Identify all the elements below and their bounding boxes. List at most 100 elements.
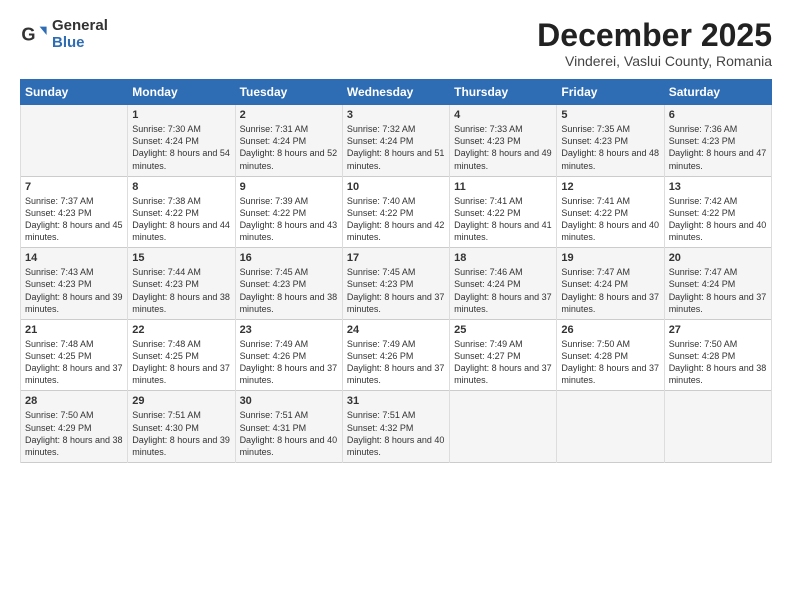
day-info: Sunrise: 7:30 AM Sunset: 4:24 PM Dayligh…: [132, 123, 230, 172]
table-row: [450, 391, 557, 463]
header-friday: Friday: [557, 80, 664, 105]
day-info: Sunrise: 7:47 AM Sunset: 4:24 PM Dayligh…: [561, 266, 659, 315]
table-row: 5Sunrise: 7:35 AM Sunset: 4:23 PM Daylig…: [557, 105, 664, 177]
day-number: 19: [561, 252, 659, 264]
day-info: Sunrise: 7:32 AM Sunset: 4:24 PM Dayligh…: [347, 123, 445, 172]
day-number: 26: [561, 324, 659, 336]
table-row: 7Sunrise: 7:37 AM Sunset: 4:23 PM Daylig…: [21, 176, 128, 248]
header-thursday: Thursday: [450, 80, 557, 105]
day-number: 8: [132, 181, 230, 193]
table-row: 23 Sunrise: 7:49 AM Sunset: 4:26 PM Dayli…: [235, 319, 342, 391]
day-number: 27: [669, 324, 767, 336]
day-info: Sunrise: 7:38 AM Sunset: 4:22 PM Dayligh…: [132, 195, 230, 244]
page: G General Blue December 2025 Vinderei, V…: [0, 0, 792, 612]
calendar-week-row: 14 Sunrise: 7:43 AM Sunset: 4:23 PM Dayli…: [21, 248, 772, 320]
calendar-week-row: 1 Sunrise: 7:30 AM Sunset: 4:24 PM Daylig…: [21, 105, 772, 177]
day-info: Sunrise: 7:39 AM Sunset: 4:22 PM Dayligh…: [240, 195, 338, 244]
day-info: Sunrise: 7:43 AM Sunset: 4:23 PM Dayligh…: [25, 266, 123, 315]
day-number: 10: [347, 181, 445, 193]
table-row: 4Sunrise: 7:33 AM Sunset: 4:23 PM Daylig…: [450, 105, 557, 177]
day-info: Sunrise: 7:50 AM Sunset: 4:28 PM Dayligh…: [561, 338, 659, 387]
day-number: 16: [240, 252, 338, 264]
logo-general-label: General: [52, 18, 108, 35]
day-number: 6: [669, 109, 767, 121]
table-row: 12 Sunrise: 7:41 AM Sunset: 4:22 PM Dayli…: [557, 176, 664, 248]
table-row: 20Sunrise: 7:47 AM Sunset: 4:24 PM Dayli…: [664, 248, 771, 320]
day-info: Sunrise: 7:46 AM Sunset: 4:24 PM Dayligh…: [454, 266, 552, 315]
day-number: 31: [347, 395, 445, 407]
day-info: Sunrise: 7:51 AM Sunset: 4:30 PM Dayligh…: [132, 409, 230, 458]
day-info: Sunrise: 7:35 AM Sunset: 4:23 PM Dayligh…: [561, 123, 659, 172]
day-info: Sunrise: 7:50 AM Sunset: 4:28 PM Dayligh…: [669, 338, 767, 387]
day-number: 2: [240, 109, 338, 121]
day-number: 22: [132, 324, 230, 336]
calendar-table: Sunday Monday Tuesday Wednesday Thursday…: [20, 79, 772, 463]
table-row: 11Sunrise: 7:41 AM Sunset: 4:22 PM Dayli…: [450, 176, 557, 248]
header-wednesday: Wednesday: [342, 80, 449, 105]
day-info: Sunrise: 7:45 AM Sunset: 4:23 PM Dayligh…: [347, 266, 445, 315]
day-info: Sunrise: 7:48 AM Sunset: 4:25 PM Dayligh…: [25, 338, 123, 387]
day-number: 17: [347, 252, 445, 264]
table-row: [557, 391, 664, 463]
table-row: 17 Sunrise: 7:45 AM Sunset: 4:23 PM Dayli…: [342, 248, 449, 320]
table-row: 1 Sunrise: 7:30 AM Sunset: 4:24 PM Daylig…: [128, 105, 235, 177]
day-number: 9: [240, 181, 338, 193]
table-row: [664, 391, 771, 463]
calendar-header-row: Sunday Monday Tuesday Wednesday Thursday…: [21, 80, 772, 105]
logo: G General Blue: [20, 18, 108, 51]
day-info: Sunrise: 7:49 AM Sunset: 4:26 PM Dayligh…: [240, 338, 338, 387]
day-number: 13: [669, 181, 767, 193]
day-number: 1: [132, 109, 230, 121]
table-row: 29 Sunrise: 7:51 AM Sunset: 4:30 PM Dayli…: [128, 391, 235, 463]
day-number: 20: [669, 252, 767, 264]
header-monday: Monday: [128, 80, 235, 105]
table-row: 10 Sunrise: 7:40 AM Sunset: 4:22 PM Dayli…: [342, 176, 449, 248]
table-row: 31 Sunrise: 7:51 AM Sunset: 4:32 PM Dayli…: [342, 391, 449, 463]
header-tuesday: Tuesday: [235, 80, 342, 105]
day-info: Sunrise: 7:51 AM Sunset: 4:31 PM Dayligh…: [240, 409, 338, 458]
day-number: 23: [240, 324, 338, 336]
table-row: 22 Sunrise: 7:48 AM Sunset: 4:25 PM Dayli…: [128, 319, 235, 391]
day-info: Sunrise: 7:42 AM Sunset: 4:22 PM Dayligh…: [669, 195, 767, 244]
table-row: 15Sunrise: 7:44 AM Sunset: 4:23 PM Dayli…: [128, 248, 235, 320]
day-info: Sunrise: 7:36 AM Sunset: 4:23 PM Dayligh…: [669, 123, 767, 172]
day-number: 14: [25, 252, 123, 264]
table-row: 18 Sunrise: 7:46 AM Sunset: 4:24 PM Dayli…: [450, 248, 557, 320]
month-title: December 2025: [537, 18, 772, 53]
header-saturday: Saturday: [664, 80, 771, 105]
table-row: 3Sunrise: 7:32 AM Sunset: 4:24 PM Daylig…: [342, 105, 449, 177]
day-number: 30: [240, 395, 338, 407]
title-block: December 2025 Vinderei, Vaslui County, R…: [537, 18, 772, 69]
table-row: 2 Sunrise: 7:31 AM Sunset: 4:24 PM Daylig…: [235, 105, 342, 177]
day-info: Sunrise: 7:50 AM Sunset: 4:29 PM Dayligh…: [25, 409, 123, 458]
day-number: 7: [25, 181, 123, 193]
table-row: 9 Sunrise: 7:39 AM Sunset: 4:22 PM Daylig…: [235, 176, 342, 248]
table-row: 6 Sunrise: 7:36 AM Sunset: 4:23 PM Daylig…: [664, 105, 771, 177]
day-info: Sunrise: 7:49 AM Sunset: 4:26 PM Dayligh…: [347, 338, 445, 387]
table-row: 26 Sunrise: 7:50 AM Sunset: 4:28 PM Dayli…: [557, 319, 664, 391]
table-row: 13 Sunrise: 7:42 AM Sunset: 4:22 PM Dayli…: [664, 176, 771, 248]
table-row: 30 Sunrise: 7:51 AM Sunset: 4:31 PM Dayli…: [235, 391, 342, 463]
table-row: 19 Sunrise: 7:47 AM Sunset: 4:24 PM Dayli…: [557, 248, 664, 320]
table-row: 8 Sunrise: 7:38 AM Sunset: 4:22 PM Daylig…: [128, 176, 235, 248]
calendar-week-row: 28Sunrise: 7:50 AM Sunset: 4:29 PM Dayli…: [21, 391, 772, 463]
day-info: Sunrise: 7:31 AM Sunset: 4:24 PM Dayligh…: [240, 123, 338, 172]
table-row: 14 Sunrise: 7:43 AM Sunset: 4:23 PM Dayli…: [21, 248, 128, 320]
table-row: 21 Sunrise: 7:48 AM Sunset: 4:25 PM Dayli…: [21, 319, 128, 391]
logo-blue-label: Blue: [52, 35, 108, 52]
day-info: Sunrise: 7:48 AM Sunset: 4:25 PM Dayligh…: [132, 338, 230, 387]
day-info: Sunrise: 7:51 AM Sunset: 4:32 PM Dayligh…: [347, 409, 445, 458]
subtitle: Vinderei, Vaslui County, Romania: [537, 53, 772, 69]
day-number: 18: [454, 252, 552, 264]
day-number: 29: [132, 395, 230, 407]
day-number: 21: [25, 324, 123, 336]
day-info: Sunrise: 7:40 AM Sunset: 4:22 PM Dayligh…: [347, 195, 445, 244]
table-row: 16Sunrise: 7:45 AM Sunset: 4:23 PM Dayli…: [235, 248, 342, 320]
logo-icon: G: [20, 21, 48, 49]
logo-text: General Blue: [52, 18, 108, 51]
day-number: 11: [454, 181, 552, 193]
day-number: 12: [561, 181, 659, 193]
table-row: [21, 105, 128, 177]
day-info: Sunrise: 7:41 AM Sunset: 4:22 PM Dayligh…: [561, 195, 659, 244]
table-row: 27 Sunrise: 7:50 AM Sunset: 4:28 PM Dayli…: [664, 319, 771, 391]
